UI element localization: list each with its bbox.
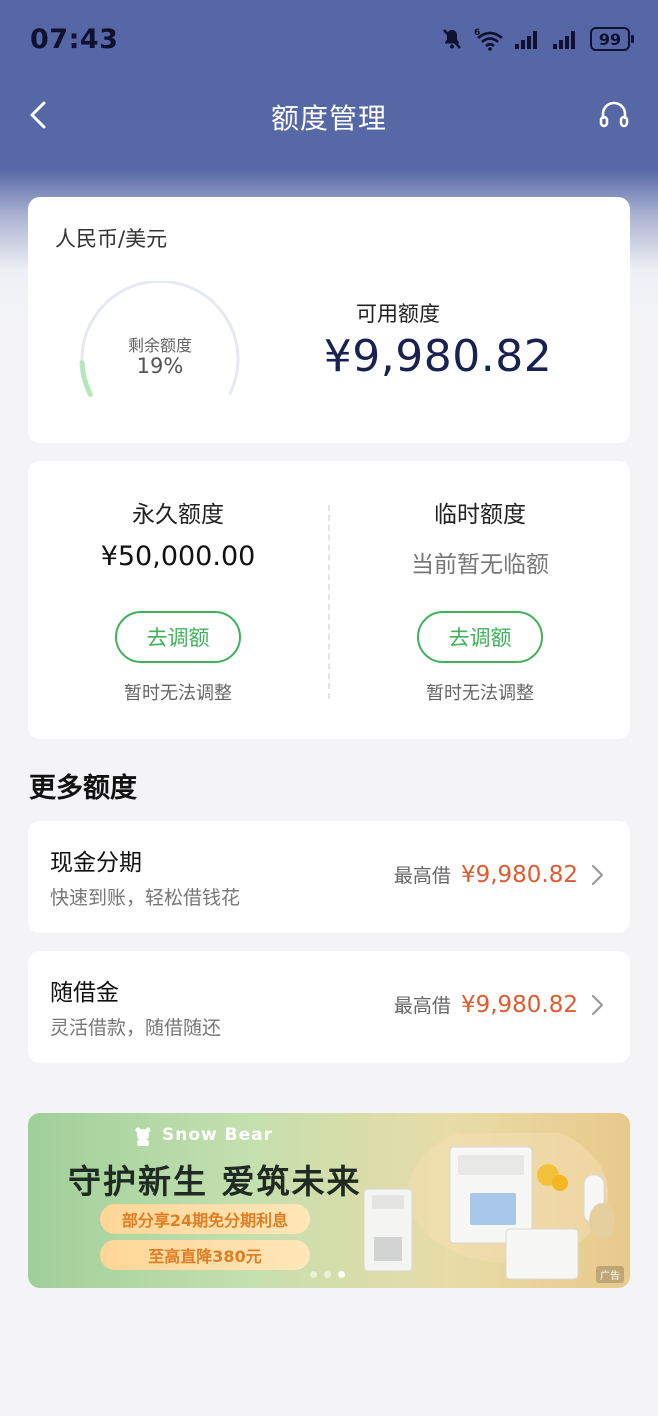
temporary-adjust-button[interactable]: 去调额 xyxy=(417,611,543,663)
wifi-icon: 6 xyxy=(474,28,503,51)
banner-brand: Snow Bear xyxy=(162,1125,273,1145)
banner-slogan: 守护新生 爱筑未来 xyxy=(68,1162,362,1201)
available-amount: ¥9,980.82 xyxy=(323,331,553,382)
signal-icon xyxy=(515,31,537,49)
product-max-label: 最高借 xyxy=(393,995,451,1017)
cash-installment-item[interactable]: 现金分期 快速到账，轻松借钱花 最高借 ¥9,980.82 xyxy=(28,821,630,933)
limits-card: 永久额度 ¥50,000.00 去调额 暂时无法调整 临时额度 当前暂无临额 去… xyxy=(28,461,630,739)
headset-icon[interactable] xyxy=(598,99,630,131)
permanent-adjust-button[interactable]: 去调额 xyxy=(115,611,241,663)
temporary-limit-section: 临时额度 当前暂无临额 去调额 暂时无法调整 xyxy=(330,461,630,739)
product-max: 最高借 ¥9,980.82 xyxy=(394,861,606,888)
nav-bar: 额度管理 xyxy=(0,85,658,145)
product-name: 现金分期 xyxy=(50,850,142,876)
temporary-limit-title: 临时额度 xyxy=(434,502,526,528)
banner-promo-pill: 部分享24期免分期利息 xyxy=(100,1204,310,1234)
carousel-dot[interactable] xyxy=(310,1271,317,1278)
product-max-value: ¥9,980.82 xyxy=(460,861,578,888)
product-desc: 快速到账，轻松借钱花 xyxy=(50,887,241,909)
product-desc: 灵活借款，随借随还 xyxy=(50,1017,222,1039)
battery-icon: 99 xyxy=(590,27,634,51)
flexible-loan-item[interactable]: 随借金 灵活借款，随借随还 最高借 ¥9,980.82 xyxy=(28,951,630,1063)
chevron-right-icon xyxy=(591,994,604,1015)
product-max: 最高借 ¥9,980.82 xyxy=(394,991,606,1018)
permanent-limit-value: ¥50,000.00 xyxy=(100,541,256,572)
page-title: 额度管理 xyxy=(270,102,387,135)
mute-icon xyxy=(443,29,461,49)
permanent-limit-title: 永久额度 xyxy=(132,502,224,528)
water-dispenser-image xyxy=(363,1133,615,1280)
status-icons: 6 99 xyxy=(440,24,634,54)
permanent-limit-section: 永久额度 ¥50,000.00 去调额 暂时无法调整 xyxy=(28,461,328,739)
available-label: 可用额度 xyxy=(356,302,440,326)
currency-label: 人民币/美元 xyxy=(55,227,168,251)
available-quota-card: 人民币/美元 剩余额度 19% 可用额度 ¥9,980.82 xyxy=(28,197,630,443)
temporary-limit-value: 当前暂无临额 xyxy=(411,552,549,578)
carousel-dot[interactable] xyxy=(324,1271,331,1278)
carousel-dots xyxy=(310,1271,345,1278)
temporary-limit-note: 暂时无法调整 xyxy=(426,683,534,704)
carousel-dot-active[interactable] xyxy=(338,1271,345,1278)
product-max-value: ¥9,980.82 xyxy=(460,991,578,1018)
product-name: 随借金 xyxy=(50,980,119,1006)
more-quota-title: 更多额度 xyxy=(29,773,137,804)
gauge-label: 剩余额度 xyxy=(127,336,192,355)
status-bar: 07:43 6 99 xyxy=(0,0,658,80)
snow-bear-logo-icon xyxy=(135,1127,151,1146)
ad-tag: 广告 xyxy=(596,1266,624,1283)
banner-promo-pill: 至高直降380元 xyxy=(100,1240,310,1270)
chevron-right-icon xyxy=(591,864,604,885)
gauge-percent: 19% xyxy=(136,354,184,378)
product-max-label: 最高借 xyxy=(393,865,451,887)
promo-banner[interactable]: Snow Bear 守护新生 爱筑未来 部分享24期免分期利息 至高直降380元… xyxy=(28,1113,630,1288)
signal-icon xyxy=(553,31,575,49)
status-time: 07:43 xyxy=(30,24,119,55)
permanent-limit-note: 暂时无法调整 xyxy=(124,683,232,704)
